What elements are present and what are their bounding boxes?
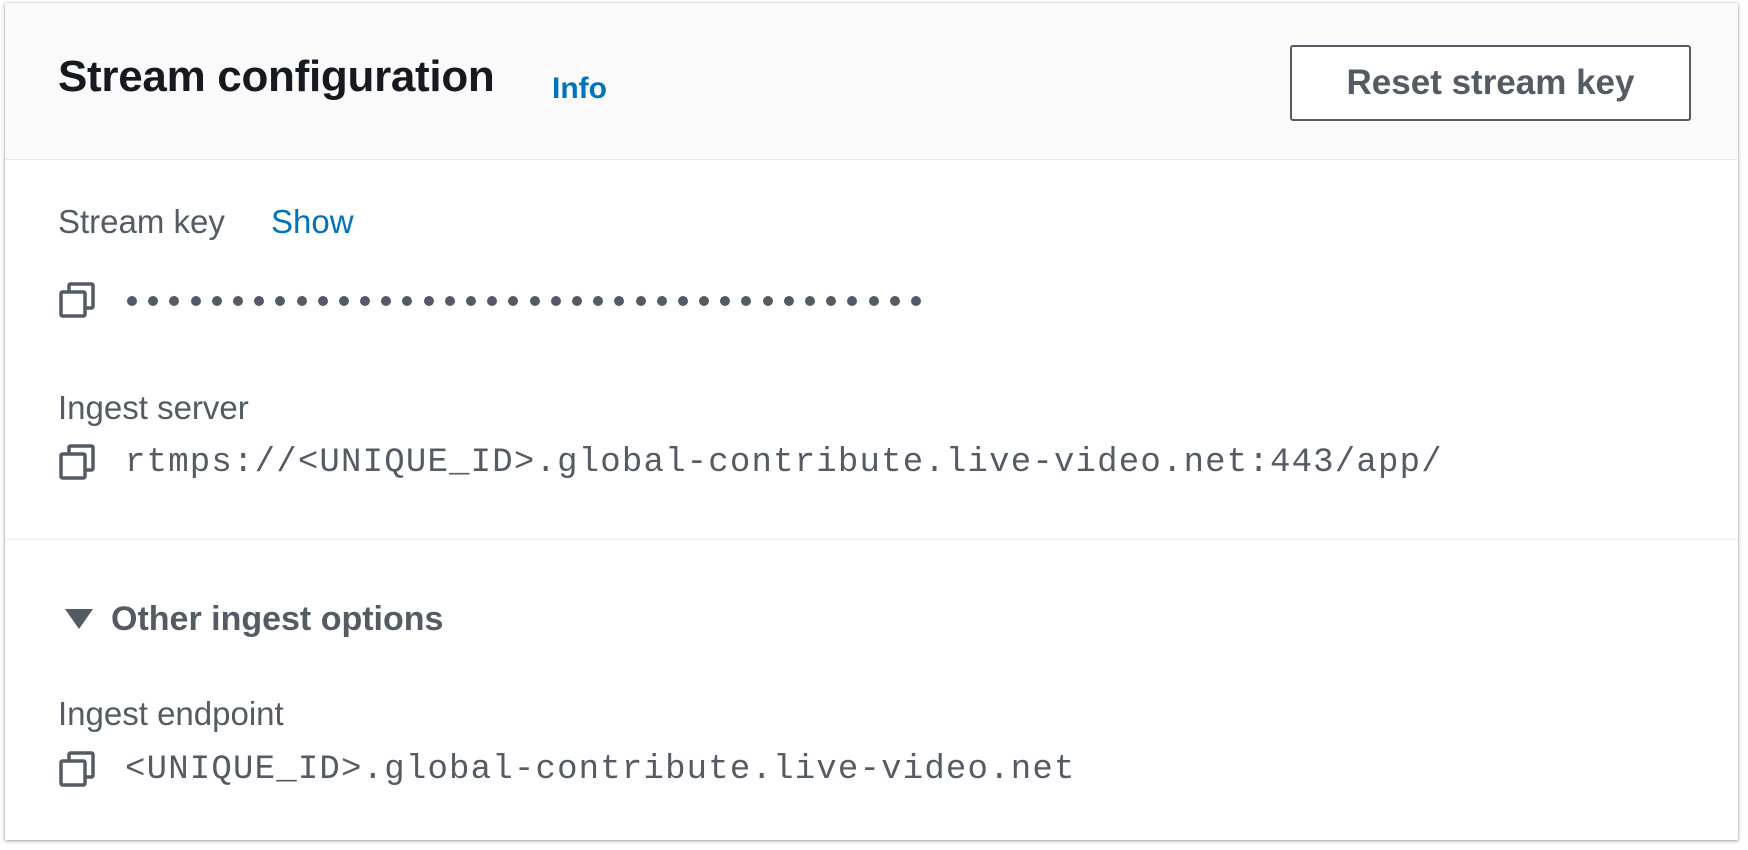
masked-char-dot: [720, 296, 731, 306]
masked-char-dot: [338, 296, 349, 306]
stream-configuration-panel: Stream configuration Info Reset stream k…: [5, 3, 1738, 840]
masked-char-dot: [466, 296, 476, 306]
masked-char-dot: [805, 296, 815, 306]
masked-char-dot: [699, 296, 710, 306]
masked-char-dot: [783, 296, 794, 306]
masked-char-dot: [402, 296, 413, 306]
masked-char-dot: [190, 296, 201, 306]
masked-char-dot: [571, 296, 582, 306]
panel-header: Stream configuration Info Reset stream k…: [5, 3, 1738, 160]
copy-icon[interactable]: [58, 281, 96, 319]
masked-char-dot: [550, 296, 561, 306]
ingest-endpoint-value: <UNIQUE_ID>.global-contribute.live-video…: [125, 751, 1076, 789]
masked-char-dot: [423, 296, 434, 306]
ingest-endpoint-label: Ingest endpoint: [58, 695, 284, 732]
masked-char-dot: [762, 296, 773, 306]
ingest-server-label: Ingest server: [58, 389, 249, 426]
other-ingest-options-label: Other ingest options: [111, 600, 444, 638]
stream-key-masked-value: [127, 286, 932, 316]
caret-down-icon: [65, 609, 93, 629]
other-ingest-options-toggle[interactable]: Other ingest options: [65, 599, 443, 639]
show-stream-key-link[interactable]: Show: [271, 205, 354, 238]
masked-char-dot: [826, 296, 837, 306]
masked-char-dot: [614, 296, 625, 306]
masked-char-dot: [889, 296, 900, 306]
masked-char-dot: [317, 296, 328, 306]
masked-char-dot: [381, 296, 392, 306]
reset-stream-key-button[interactable]: Reset stream key: [1290, 45, 1691, 121]
masked-char-dot: [910, 296, 921, 306]
masked-char-dot: [232, 296, 243, 306]
masked-char-dot: [148, 296, 159, 306]
masked-char-dot: [211, 296, 222, 306]
copy-icon[interactable]: [58, 750, 96, 788]
stream-key-label: Stream key: [58, 203, 225, 240]
masked-char-dot: [169, 296, 180, 306]
masked-char-dot: [656, 296, 667, 306]
section-divider: [5, 539, 1738, 540]
masked-char-dot: [677, 296, 688, 306]
masked-char-dot: [868, 296, 879, 306]
masked-char-dot: [508, 296, 519, 306]
info-link[interactable]: Info: [552, 74, 607, 104]
masked-char-dot: [529, 296, 540, 306]
panel-title: Stream configuration: [58, 52, 495, 101]
masked-char-dot: [487, 296, 498, 306]
masked-char-dot: [635, 296, 646, 306]
masked-char-dot: [444, 296, 455, 306]
ingest-server-value: rtmps://<UNIQUE_ID>.global-contribute.li…: [125, 444, 1443, 482]
masked-char-dot: [741, 296, 752, 306]
masked-char-dot: [254, 296, 265, 306]
masked-char-dot: [593, 296, 604, 306]
masked-char-dot: [360, 296, 371, 306]
copy-icon[interactable]: [58, 443, 96, 481]
masked-char-dot: [275, 296, 286, 306]
masked-char-dot: [847, 296, 858, 306]
masked-char-dot: [127, 296, 137, 306]
masked-char-dot: [296, 296, 307, 306]
